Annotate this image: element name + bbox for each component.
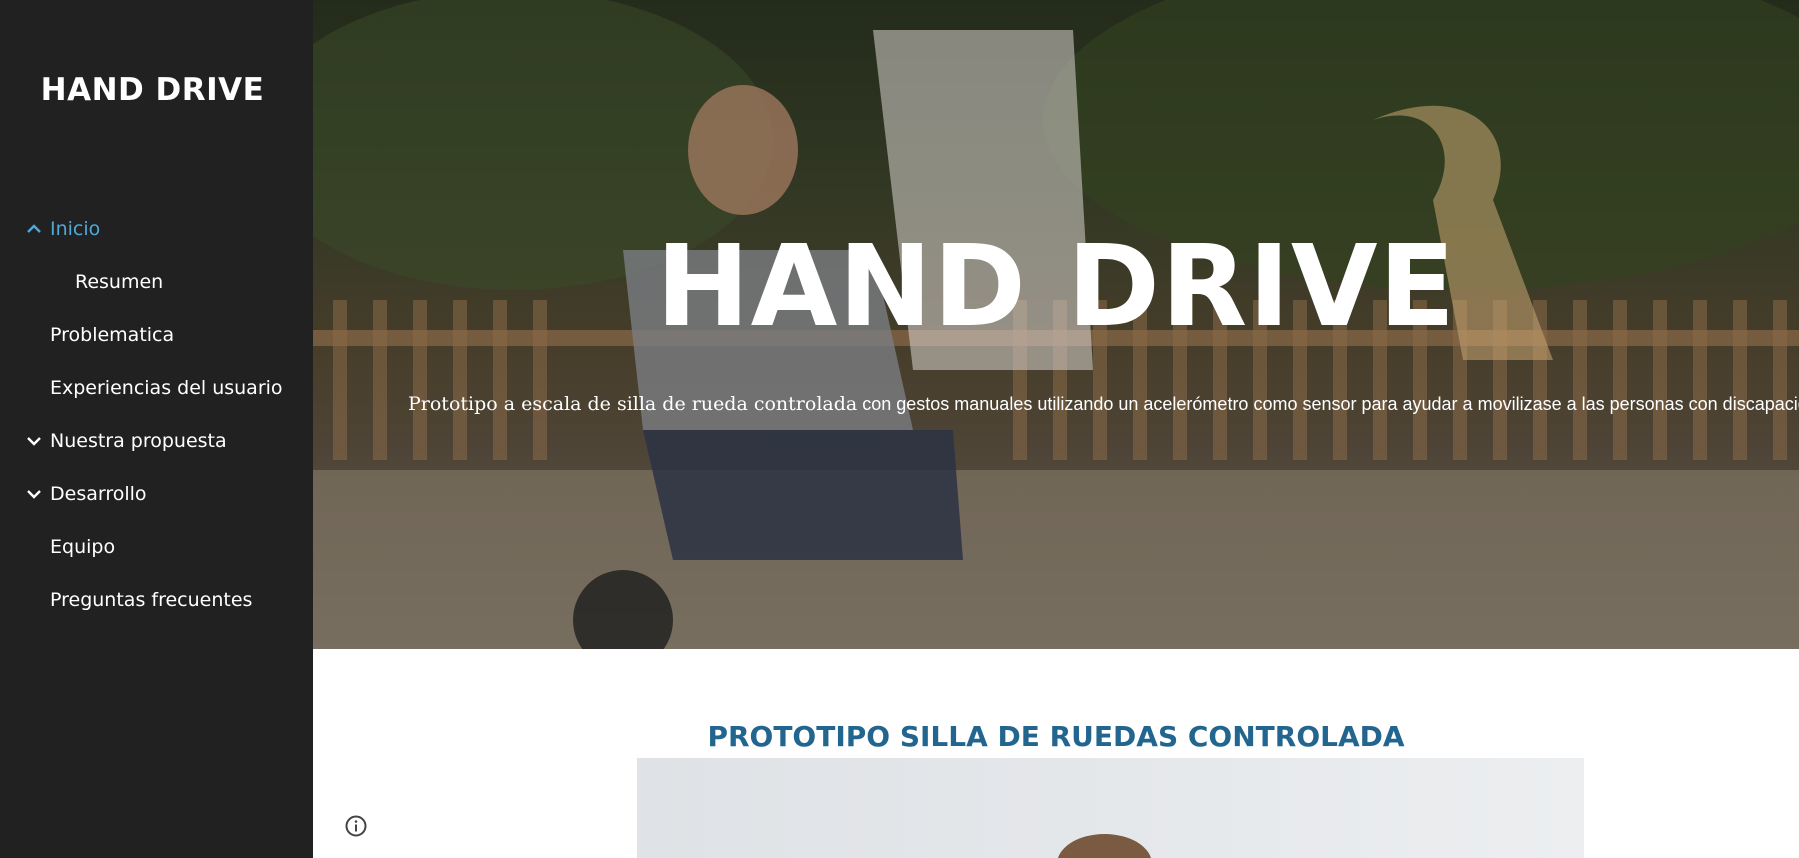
nav-item-equipo[interactable]: Equipo (0, 520, 313, 573)
hero-banner: HAND DRIVE Prototipo a escala de silla d… (313, 0, 1799, 649)
hero-subtitle-part2: con gestos manuales utilizando un aceler… (857, 394, 1799, 414)
nav-item-label: Equipo (50, 535, 116, 558)
nav-item-label: Preguntas frecuentes (50, 588, 253, 611)
hero-subtitle: Prototipo a escala de silla de rueda con… (408, 393, 1799, 415)
image-subject (1057, 834, 1152, 858)
nav-item-label: Inicio (50, 217, 101, 240)
info-icon[interactable] (344, 814, 368, 838)
nav-item-inicio[interactable]: Inicio (0, 202, 313, 255)
sidebar-nav: Inicio Resumen Problematica Experiencias… (0, 202, 313, 626)
nav-item-label: Resumen (75, 270, 164, 293)
sidebar: HAND DRIVE Inicio Resumen Problematica E… (0, 0, 313, 858)
hero-title: HAND DRIVE (655, 222, 1457, 352)
nav-item-label: Nuestra propuesta (50, 429, 227, 452)
nav-item-problematica[interactable]: Problematica (0, 308, 313, 361)
section-title: PROTOTIPO SILLA DE RUEDAS CONTROLADA (707, 720, 1405, 754)
nav-item-label: Problematica (50, 323, 175, 346)
chevron-down-icon[interactable] (24, 484, 44, 504)
chevron-up-icon[interactable] (24, 219, 44, 239)
nav-item-desarrollo[interactable]: Desarrollo (0, 467, 313, 520)
hero-subtitle-part1: Prototipo a escala de silla de rueda con… (408, 393, 858, 415)
content-image (637, 758, 1584, 858)
nav-item-label: Desarrollo (50, 482, 147, 505)
chevron-down-icon[interactable] (24, 431, 44, 451)
site-title[interactable]: HAND DRIVE (0, 72, 305, 108)
nav-item-label: Experiencias del usuario (50, 376, 283, 399)
nav-item-resumen[interactable]: Resumen (0, 255, 313, 308)
nav-item-experiencias[interactable]: Experiencias del usuario (0, 361, 313, 414)
nav-item-preguntas-frecuentes[interactable]: Preguntas frecuentes (0, 573, 313, 626)
nav-item-nuestra-propuesta[interactable]: Nuestra propuesta (0, 414, 313, 467)
